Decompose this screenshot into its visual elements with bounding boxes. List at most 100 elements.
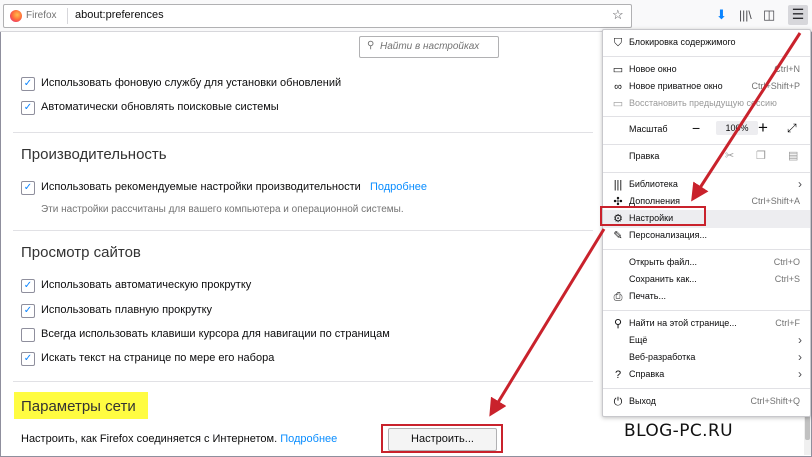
- menu-item-shortcut: Ctrl+F: [775, 318, 800, 328]
- search-placeholder: Найти в настройках: [380, 41, 480, 52]
- checkbox-label: Всегда использовать клавиши курсора для …: [41, 328, 390, 340]
- checkbox-label: Автоматически обновлять поисковые систем…: [41, 101, 279, 113]
- menu-item-label: Блокировка содержимого: [629, 37, 736, 47]
- network-settings-button[interactable]: Настроить...: [388, 428, 497, 451]
- menu-item-content-blocking[interactable]: ⛉ Блокировка содержимого: [603, 34, 810, 52]
- network-text: Настроить, как Firefox соединяется с Инт…: [21, 433, 278, 445]
- checkbox[interactable]: [21, 328, 35, 342]
- checkbox-label: Использовать плавную прокрутку: [41, 304, 213, 316]
- search-icon: ⚲: [367, 40, 375, 51]
- menu-item-label: Библиотека: [629, 179, 678, 189]
- library-icon[interactable]: |||\: [739, 7, 752, 23]
- menu-item-print[interactable]: ⎙ Печать...: [603, 288, 810, 306]
- restore-icon: ▭: [612, 98, 624, 110]
- checkbox-label: Использовать автоматическую прокрутку: [41, 279, 252, 291]
- section-divider: [13, 381, 593, 382]
- menu-item-new-window[interactable]: ▭ Новое окно Ctrl+N: [603, 61, 810, 79]
- url-bar[interactable]: Firefox about:preferences ☆: [3, 4, 632, 28]
- settings-menu-annotation-frame: [600, 206, 706, 226]
- menu-item-more[interactable]: Ещё ›: [603, 332, 810, 350]
- identity-label: Firefox: [26, 10, 57, 21]
- printer-icon: ⎙: [613, 291, 623, 303]
- menu-item-label: Восстановить предыдущую сессию: [629, 98, 777, 108]
- menu-item-web-developer[interactable]: Веб-разработка ›: [603, 349, 810, 367]
- zoom-in-button[interactable]: +: [758, 118, 768, 138]
- paste-icon[interactable]: ▤: [788, 149, 798, 162]
- url-text[interactable]: about:preferences: [75, 9, 164, 21]
- menu-item-shortcut: Ctrl+O: [773, 257, 800, 267]
- menu-separator: [603, 310, 810, 311]
- checkbox-label: Использовать фоновую службу для установк…: [41, 77, 342, 89]
- menu-item-new-private-window[interactable]: ∞ Новое приватное окно Ctrl+Shift+P: [603, 78, 810, 96]
- menu-item-label: Новое приватное окно: [629, 81, 723, 91]
- search-icon: ⚲: [613, 318, 623, 330]
- checkbox[interactable]: ✓: [21, 352, 35, 366]
- paintbrush-icon: ✎: [613, 230, 623, 242]
- checkbox-label: Искать текст на странице по мере его наб…: [41, 352, 275, 364]
- browser-toolbar: Firefox about:preferences ☆ ⬇ |||\ ◫ ☰: [0, 0, 812, 32]
- menu-item-label: Сохранить как...: [629, 274, 697, 284]
- chevron-right-icon: ›: [798, 367, 802, 381]
- checkbox[interactable]: ✓: [21, 101, 35, 115]
- chevron-right-icon: ›: [798, 177, 802, 191]
- browsing-heading: Просмотр сайтов: [21, 244, 141, 261]
- menu-item-library[interactable]: ||| Библиотека ›: [603, 176, 810, 194]
- checkbox[interactable]: ✓: [21, 181, 35, 195]
- menu-separator: [603, 388, 810, 389]
- menu-item-shortcut: Ctrl+Shift+Q: [750, 396, 800, 406]
- open-menu-button[interactable]: ☰: [788, 5, 808, 25]
- menu-item-shortcut: Ctrl+N: [774, 64, 800, 74]
- checkbox[interactable]: ✓: [21, 279, 35, 293]
- menu-item-open-file[interactable]: Открыть файл... Ctrl+O: [603, 254, 810, 272]
- menu-zoom-row: Масштаб: [603, 121, 810, 139]
- preferences-search-input[interactable]: ⚲ Найти в настройках: [359, 36, 499, 58]
- menu-item-restore-session[interactable]: ▭ Восстановить предыдущую сессию: [603, 95, 810, 113]
- menu-item-find[interactable]: ⚲ Найти на этой странице... Ctrl+F: [603, 315, 810, 333]
- new-window-icon: ▭: [612, 64, 624, 76]
- sidebar-icon[interactable]: ◫: [763, 7, 775, 23]
- menu-item-label: Печать...: [629, 291, 666, 301]
- menu-item-label: Открыть файл...: [629, 257, 698, 267]
- menu-separator: [603, 56, 810, 57]
- edit-label: Правка: [629, 151, 660, 161]
- menu-item-shortcut: Ctrl+S: [774, 274, 800, 284]
- menu-item-label: Найти на этой странице...: [629, 318, 737, 328]
- menu-item-label: Веб-разработка: [629, 352, 696, 362]
- private-mask-icon: ∞: [614, 81, 622, 93]
- menu-separator: [603, 144, 810, 145]
- menu-item-label: Дополнения: [629, 196, 680, 206]
- performance-learn-more-link[interactable]: Подробнее: [370, 181, 427, 193]
- performance-heading: Производительность: [21, 146, 167, 163]
- menu-separator: [603, 116, 810, 117]
- checkbox[interactable]: ✓: [21, 304, 35, 318]
- menu-item-save-as[interactable]: Сохранить как... Ctrl+S: [603, 271, 810, 289]
- performance-note: Эти настройки рассчитаны для вашего комп…: [41, 204, 404, 215]
- zoom-label: Масштаб: [629, 124, 668, 134]
- checkbox[interactable]: ✓: [21, 77, 35, 91]
- copy-icon[interactable]: ❐: [756, 149, 766, 162]
- menu-item-shortcut: Ctrl+Shift+P: [751, 81, 800, 91]
- cut-icon[interactable]: ✂: [725, 149, 734, 162]
- fullscreen-icon[interactable]: ⤢: [787, 121, 797, 136]
- menu-item-help[interactable]: ? Справка ›: [603, 366, 810, 384]
- menu-item-label: Выход: [629, 396, 656, 406]
- library-icon: |||: [613, 179, 623, 191]
- zoom-out-button[interactable]: −: [692, 120, 700, 136]
- network-learn-more-link[interactable]: Подробнее: [280, 433, 337, 445]
- bookmark-star-icon[interactable]: ☆: [612, 7, 624, 23]
- menu-item-exit[interactable]: ⏻ Выход Ctrl+Shift+Q: [603, 393, 810, 411]
- chevron-right-icon: ›: [798, 333, 802, 347]
- downloads-icon[interactable]: ⬇: [716, 7, 727, 23]
- chevron-right-icon: ›: [798, 350, 802, 364]
- network-heading: Параметры сети: [21, 398, 136, 415]
- watermark: BLOG-PC.RU: [624, 421, 733, 441]
- power-icon: ⏻: [613, 396, 623, 408]
- menu-item-customize[interactable]: ✎ Персонализация...: [603, 227, 810, 245]
- zoom-reset-button[interactable]: 100%: [716, 121, 758, 135]
- menu-separator: [603, 249, 810, 250]
- performance-option-text: Использовать рекомендуемые настройки про…: [41, 181, 361, 193]
- checkbox-label: Использовать рекомендуемые настройки про…: [41, 181, 427, 194]
- menu-item-label: Справка: [629, 369, 665, 379]
- hamburger-icon: ☰: [791, 6, 805, 22]
- section-divider: [13, 132, 593, 133]
